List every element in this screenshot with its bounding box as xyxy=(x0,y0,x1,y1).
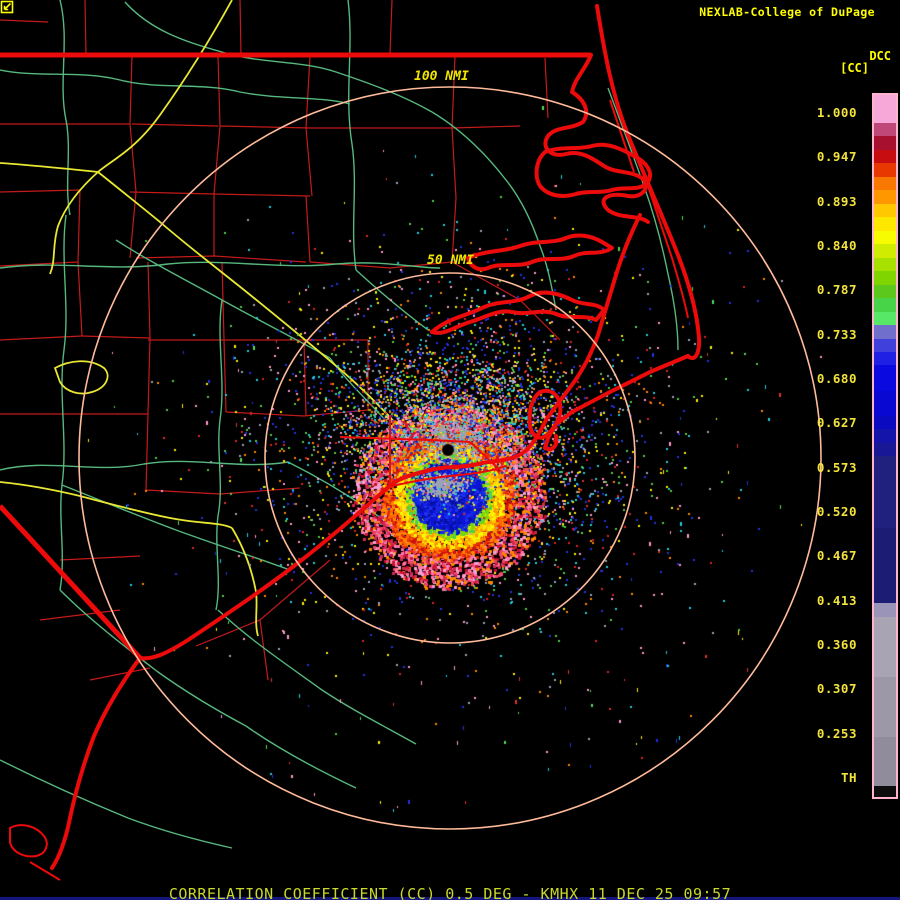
color-scale-segment xyxy=(874,258,896,271)
color-scale-segment xyxy=(874,217,896,231)
color-scale-segment xyxy=(874,339,896,352)
color-scale-segment xyxy=(874,325,896,339)
box-diagonal-arrow-icon xyxy=(0,0,14,14)
color-scale-segment xyxy=(874,123,896,136)
color-scale-segment xyxy=(874,204,896,217)
color-scale-segment xyxy=(874,528,896,603)
coastline-thin xyxy=(9,99,689,881)
scale-tick-label: 0.680 xyxy=(816,370,857,386)
scale-tick-label: 0.893 xyxy=(816,193,857,209)
color-scale-segment xyxy=(874,416,896,429)
threshold-label: TH xyxy=(840,769,857,785)
color-scale-segment xyxy=(874,312,896,325)
scale-tick-label: 0.947 xyxy=(816,149,857,165)
color-scale-segment xyxy=(874,677,896,737)
color-scale-segment xyxy=(874,177,896,190)
color-scale-segment xyxy=(874,603,896,617)
range-rings xyxy=(78,86,822,830)
color-scale-segment xyxy=(874,429,896,443)
scale-tick-label: 0.467 xyxy=(816,548,857,564)
scale-tick-label: 0.253 xyxy=(816,725,857,741)
scale-tick-label: 0.787 xyxy=(816,282,857,298)
range-ring-100nmi xyxy=(78,86,822,830)
color-scale-segment xyxy=(874,136,896,150)
scale-tick-label: 0.360 xyxy=(816,636,857,652)
product-unit-label: [CC] xyxy=(840,61,869,75)
scale-tick-label: 0.840 xyxy=(816,237,857,253)
scale-tick-label: 0.733 xyxy=(816,326,857,342)
color-scale-segment xyxy=(874,190,896,204)
color-scale-segment xyxy=(874,352,896,365)
range-ring-50nmi-label: 50 NMI xyxy=(427,253,474,268)
color-scale-segment xyxy=(874,163,896,177)
color-scale-segment xyxy=(874,443,896,456)
product-caption: CORRELATION COEFFICIENT (CC) 0.5 DEG - K… xyxy=(168,885,732,900)
scale-tick-label: 0.413 xyxy=(816,592,857,608)
coastline-rings-layer xyxy=(0,4,822,881)
color-scale-segment xyxy=(874,285,896,298)
color-scale-segment xyxy=(874,298,896,312)
page-title: NEXLAB-College of DuPage xyxy=(699,5,875,19)
color-scale-segment xyxy=(874,231,896,244)
scale-tick-label: 0.307 xyxy=(816,681,857,697)
color-scale-segment xyxy=(874,391,896,416)
color-scale-segment xyxy=(874,737,896,786)
scale-tick-label: 0.520 xyxy=(816,503,857,519)
radar-display: NEXLAB-College of DuPage DCC [CC] 100 NM… xyxy=(0,0,900,900)
color-scale-segment xyxy=(874,244,896,258)
scale-tick-label: 0.627 xyxy=(816,415,857,431)
range-ring-100nmi-label: 100 NMI xyxy=(414,69,469,84)
color-scale-segment xyxy=(874,95,896,123)
color-scale-segment xyxy=(874,150,896,163)
color-scale-segment xyxy=(874,456,896,528)
coastline xyxy=(50,4,702,870)
color-scale-segment xyxy=(874,271,896,285)
color-scale-segment xyxy=(874,365,896,391)
scale-tick-label: 0.573 xyxy=(816,459,857,475)
color-scale-segment xyxy=(874,786,896,797)
color-scale-segment xyxy=(874,617,896,677)
cc-color-scale xyxy=(872,93,898,799)
product-code-label: DCC xyxy=(869,49,891,63)
scale-tick-label: 1.000 xyxy=(816,105,857,120)
